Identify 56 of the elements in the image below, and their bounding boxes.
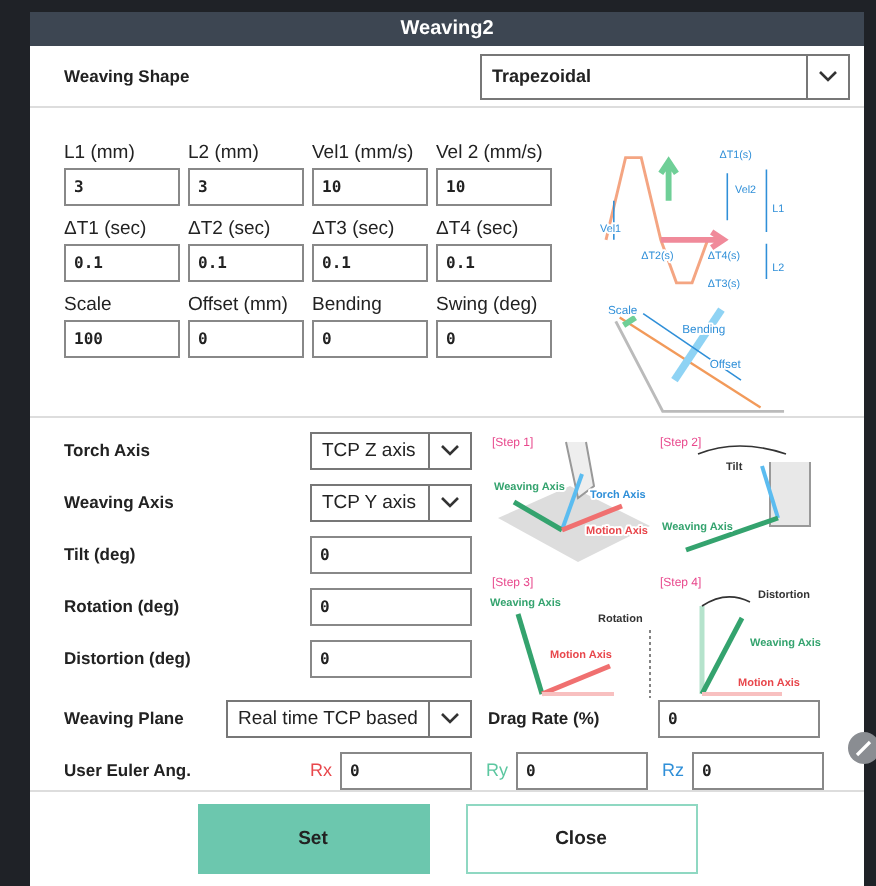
drag-rate-label: Drag Rate (%) [488, 708, 602, 728]
euler-angle-field[interactable]: 0 [516, 751, 648, 789]
parameter-field[interactable]: 10 [312, 168, 428, 206]
parameter-label: Scale [64, 294, 114, 316]
parameter-field[interactable]: 0.1 [436, 244, 552, 282]
axis-setting-label: Weaving Axis [64, 492, 176, 512]
parameter-field[interactable]: 0.1 [188, 244, 304, 282]
parameter-label: L1 (mm) [64, 142, 137, 164]
axis-name: Rx [310, 760, 334, 780]
parameter-field[interactable]: 3 [188, 168, 304, 206]
parameter-label: ΔT1 (sec) [64, 218, 149, 240]
chevron-down-icon [440, 712, 460, 724]
parameter-field[interactable]: 10 [436, 168, 552, 206]
axis-setting-label: Torch Axis [64, 440, 152, 460]
axis-setting-label: Tilt (deg) [64, 544, 138, 564]
dialog-button[interactable]: Close [465, 804, 697, 874]
parameter-label: Offset (mm) [188, 294, 290, 316]
parameter-label: Vel 2 (mm/s) [436, 142, 545, 164]
parameter-label: ΔT3 (sec) [312, 218, 397, 240]
parameter-field[interactable]: 0 [312, 320, 428, 358]
drag-rate-field[interactable]: 0 [658, 699, 820, 737]
chevron-down-icon [440, 496, 460, 508]
parameter-field[interactable]: 100 [64, 320, 180, 358]
axis-dropdown[interactable]: TCP Y axis [310, 483, 472, 521]
angle-field[interactable]: 0 [310, 639, 472, 677]
axis-name: Ry [486, 760, 510, 780]
euler-angle-field[interactable]: 0 [340, 751, 472, 789]
parameter-field[interactable]: 0.1 [312, 244, 428, 282]
parameter-field[interactable]: 0 [436, 320, 552, 358]
dialog-button[interactable]: Set [197, 804, 429, 874]
pencil-icon[interactable] [848, 732, 876, 764]
axis-setting-label: Rotation (deg) [64, 596, 182, 616]
parameter-label: Bending [312, 294, 384, 316]
parameter-label: ΔT4 (sec) [436, 218, 521, 240]
euler-angle-field[interactable]: 0 [692, 751, 824, 789]
axis-setting-label: Distortion (deg) [64, 648, 193, 668]
axis-name: Rz [662, 760, 686, 780]
parameter-label: ΔT2 (sec) [188, 218, 273, 240]
weaving-plane-dropdown[interactable]: Real time TCP based [226, 699, 472, 737]
weaving-plane-label: Weaving Plane [64, 708, 186, 728]
parameter-label: L2 (mm) [188, 142, 261, 164]
user-euler-label: User Euler Ang. [64, 760, 193, 780]
angle-field[interactable]: 0 [310, 587, 472, 625]
parameter-field[interactable]: 3 [64, 168, 180, 206]
weaving-shape-dropdown[interactable]: Trapezoidal [480, 53, 850, 99]
parameter-field[interactable]: 0 [188, 320, 304, 358]
angle-field[interactable]: 0 [310, 535, 472, 573]
rotation-drawing [515, 613, 651, 699]
parameter-label: Swing (deg) [436, 294, 540, 316]
weaving-shape-label: Weaving Shape [64, 66, 190, 86]
window-title: Weaving2 [30, 12, 864, 46]
parameter-field[interactable]: 0.1 [64, 244, 180, 282]
chevron-down-icon [440, 444, 460, 456]
axis-dropdown[interactable]: TCP Z axis [310, 431, 472, 469]
chevron-down-icon [818, 70, 838, 82]
parameter-label: Vel1 (mm/s) [312, 142, 416, 164]
